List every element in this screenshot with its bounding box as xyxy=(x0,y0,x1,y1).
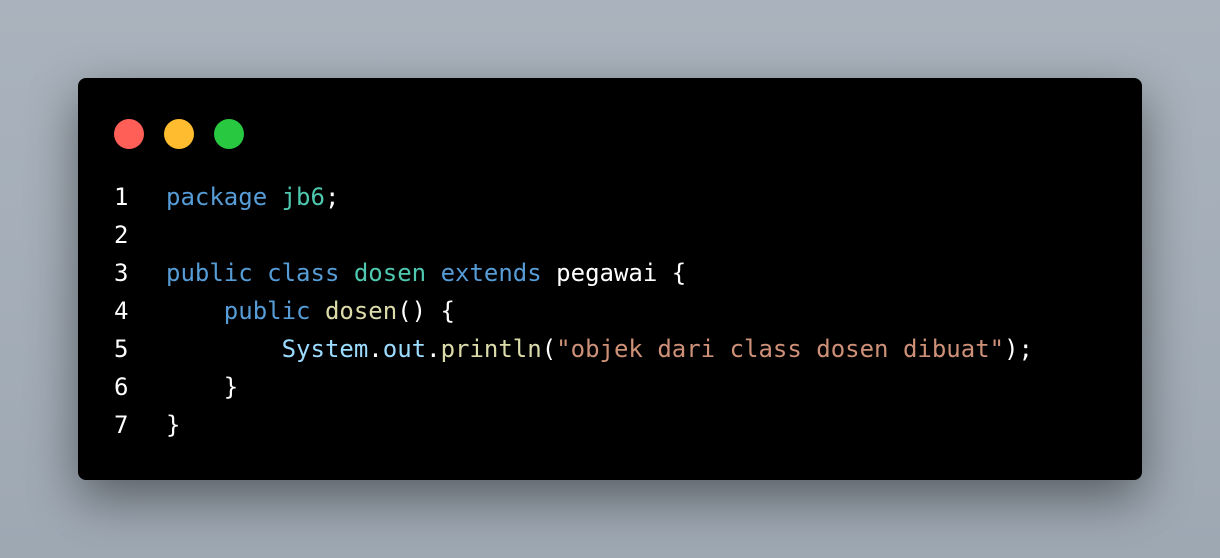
maximize-dot-icon[interactable] xyxy=(214,119,244,149)
code-text: System.out.println("objek dari class dos… xyxy=(166,330,1033,368)
minimize-dot-icon[interactable] xyxy=(164,119,194,149)
code-token-identifier: System xyxy=(281,335,369,363)
line-number: 7 xyxy=(114,411,129,439)
code-line: 3 public class dosen extends pegawai { xyxy=(114,254,1033,292)
code-line: 7} xyxy=(114,406,1033,444)
line-number: 5 xyxy=(114,335,129,363)
code-line: 1 package jb6; xyxy=(114,178,1033,216)
line-number: 1 xyxy=(114,183,129,211)
code-line: 2 xyxy=(114,216,1033,254)
code-text: } xyxy=(166,368,238,406)
code-text: public dosen() { xyxy=(166,292,455,330)
code-line: 4 public dosen() { xyxy=(114,292,1033,330)
line-number: 3 xyxy=(114,259,129,287)
code-window: 1 package jb6; 2 3 public class dosen extend… xyxy=(78,78,1142,480)
code-token-plain: ; xyxy=(324,183,340,211)
code-token-plain: ( xyxy=(541,335,557,363)
code-line: 5 System.out.println("objek dari class d… xyxy=(114,330,1033,368)
code-token-plain: ); xyxy=(1004,335,1034,363)
code-token-keyword: public xyxy=(223,297,311,325)
code-token-plain: () { xyxy=(397,297,455,325)
code-block: 1 package jb6; 2 3 public class dosen extend… xyxy=(114,178,1033,444)
code-token-plain: } xyxy=(166,411,181,439)
code-text: } xyxy=(166,406,180,444)
code-text: public class dosen extends pegawai { xyxy=(166,254,686,292)
code-token-keyword: public xyxy=(166,259,253,287)
code-token-keyword: class xyxy=(267,259,340,287)
code-token-plain: . xyxy=(368,335,383,363)
code-token-keyword: package xyxy=(166,183,268,211)
code-token-type: dosen xyxy=(353,259,427,287)
code-token-keyword: extends xyxy=(440,259,542,287)
code-token-string: "objek dari class dosen dibuat" xyxy=(556,335,1005,363)
line-number: 4 xyxy=(114,297,129,325)
code-line: 6 } xyxy=(114,368,1033,406)
code-token-method: println xyxy=(440,335,542,363)
code-token-type: jb6 xyxy=(281,183,325,211)
code-token-plain: } xyxy=(166,373,239,401)
code-token-identifier: out xyxy=(382,335,427,363)
window-controls xyxy=(114,119,244,149)
close-dot-icon[interactable] xyxy=(114,119,144,149)
code-token-method: dosen xyxy=(324,297,398,325)
code-text: package jb6; xyxy=(166,178,339,216)
code-token-plain: pegawai { xyxy=(541,259,687,287)
code-token-plain: . xyxy=(426,335,441,363)
line-number: 2 xyxy=(114,221,129,249)
line-number: 6 xyxy=(114,373,129,401)
